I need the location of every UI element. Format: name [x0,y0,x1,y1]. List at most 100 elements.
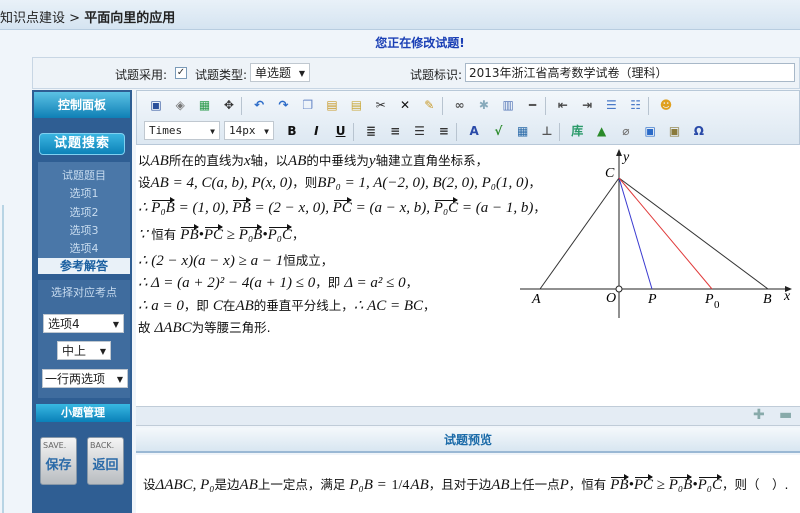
toolbar-separator [441,97,443,115]
indent-icon[interactable]: ⇥ [579,97,595,113]
special-char-icon[interactable]: Ω [691,123,707,139]
label-P0: P [704,292,714,307]
vector-term: P₀B [238,224,263,243]
table-icon[interactable]: ▥ [500,97,516,113]
solution-line: 以AB所在的直线为x轴，以AB的中垂线为y轴建立直角坐标系， [138,150,488,170]
delete-icon[interactable]: ✕ [397,97,413,113]
picture-icon[interactable]: ▣ [667,123,683,139]
math-expression: AB [150,153,169,169]
math-expression: AB = 4, C(a, b), P(x, 0) [150,175,293,191]
font-size-select[interactable]: 14px ▼ [224,121,274,140]
save-button[interactable]: SAVE. 保存 [40,437,77,485]
collapse-icon[interactable]: ▬ [779,407,792,423]
sidebar-item-question[interactable]: 试题题目 [38,167,130,183]
geometry-figure: A O P P 0 B x y C [520,149,792,318]
source-icon[interactable]: ◈ [172,97,188,113]
math-expression: AB [239,477,258,493]
back-button[interactable]: BACK. 返回 [87,437,124,485]
italic-icon[interactable]: I [308,123,324,139]
math-expression: y [368,153,376,169]
unlink-icon[interactable]: ✱ [476,97,492,113]
math-expression: = (1, 0), [174,200,233,216]
emoticon-icon[interactable]: ☻ [658,97,674,113]
paste-icon[interactable]: ▤ [324,97,340,113]
align-right-icon[interactable]: ≡ [436,123,452,139]
page-break-icon[interactable]: ⊥ [539,123,555,139]
math-expression: AB [288,153,307,169]
text-segment: 在 [222,298,236,313]
text-segment: ， [291,227,305,242]
insert-image-icon[interactable]: ▲ [594,123,610,139]
formula-icon[interactable]: √ [490,123,506,139]
underline-icon[interactable]: U [333,123,349,139]
option-select[interactable]: 选项4 ▼ [43,314,124,333]
segment-PC [618,177,653,290]
horizontal-rule-icon[interactable]: ━ [525,97,541,113]
question-id-input[interactable]: 2013年浙江省高考数学试卷（理科） [465,63,795,82]
text-segment: 的垂直平分线上， [253,298,354,313]
sidebar-item-option2[interactable]: 选项2 [38,204,130,220]
segment-BC [618,177,769,290]
copy-icon[interactable]: ❐ [300,97,316,113]
bold-icon[interactable]: B [284,123,300,139]
text-segment: 设 [138,175,151,190]
math-expression: P [559,477,569,493]
sidebar-item-option1[interactable]: 选项1 [38,185,130,201]
adopt-checkbox[interactable]: ✓ [175,67,187,79]
ordered-list-icon[interactable]: ☰ [603,97,619,113]
redo-icon[interactable]: ↷ [276,97,292,113]
outdent-icon[interactable]: ⇤ [555,97,571,113]
breadcrumb-separator: > [65,11,85,26]
clear-format-icon[interactable]: ✎ [421,97,437,113]
sidebar-item-option3[interactable]: 选项3 [38,222,130,238]
label-P: P [647,292,657,307]
sidebar-item-option4[interactable]: 选项4 [38,240,130,256]
attachment-icon[interactable]: ⌀ [618,123,634,139]
segment-AC [539,177,620,290]
label-x: x [783,289,791,304]
chevron-down-icon: ▼ [112,320,119,329]
type-select[interactable]: 单选题 ▼ [250,63,310,82]
text-segment: 恒成立， [283,253,334,268]
layout-select-value: 一行两选项 [45,372,106,386]
breadcrumb-parent[interactable]: 知识点建设 [0,11,65,26]
option-select-value: 选项4 [48,317,80,331]
save-icon[interactable]: ▣ [148,97,164,113]
paste-text-icon[interactable]: ▤ [348,97,364,113]
sidebar-item-reference-answer[interactable]: 参考解答 [38,258,130,274]
image-grid-icon[interactable]: ▦ [515,123,531,139]
undo-icon[interactable]: ↶ [251,97,267,113]
control-panel-header: 控制面板 [34,92,130,118]
justify-icon[interactable]: ≣ [363,123,379,139]
difficulty-select[interactable]: 中上 ▼ [57,341,111,360]
vector-term: P₀C [433,197,459,216]
preview-icon[interactable]: ▦ [197,97,213,113]
math-expression: BP₀ = 1, A(−2, 0), B(2, 0), P₀(1, 0) [317,175,529,191]
difficulty-select-value: 中上 [62,344,87,358]
media-icon[interactable]: ▣ [642,123,658,139]
solution-line: ∴ a = 0，即 C在AB的垂直平分线上，∴ AC = BC， [138,295,436,315]
align-center-icon[interactable]: ≡ [387,123,403,139]
math-expression: ∴ [138,200,152,216]
vector-term: PB [180,224,199,243]
label-P0-subscript: 0 [714,299,720,311]
math-expression: ΔABC [154,320,192,336]
fullscreen-icon[interactable]: ✥ [221,97,237,113]
search-question-button[interactable]: 试题搜索 [39,133,125,155]
text-segment: 上任一点 [509,477,560,492]
back-button-label: 返回 [92,458,119,473]
unordered-list-icon[interactable]: ☷ [628,97,644,113]
link-icon[interactable]: ∞ [452,97,468,113]
font-family-select[interactable]: Times ▼ [144,121,220,140]
library-icon[interactable]: 库 [569,123,585,139]
toolbar-separator [352,123,354,141]
vector-term: PB [232,197,252,216]
align-left-icon[interactable]: ☰ [412,123,428,139]
math-expression: P₀B = [349,477,391,493]
cut-icon[interactable]: ✂ [373,97,389,113]
text-segment: 设 [143,477,156,492]
math-expression: C [212,298,223,314]
expand-icon[interactable]: ✚ [753,407,765,423]
layout-select[interactable]: 一行两选项 ▼ [42,369,128,388]
font-color-icon[interactable]: A [466,123,482,139]
